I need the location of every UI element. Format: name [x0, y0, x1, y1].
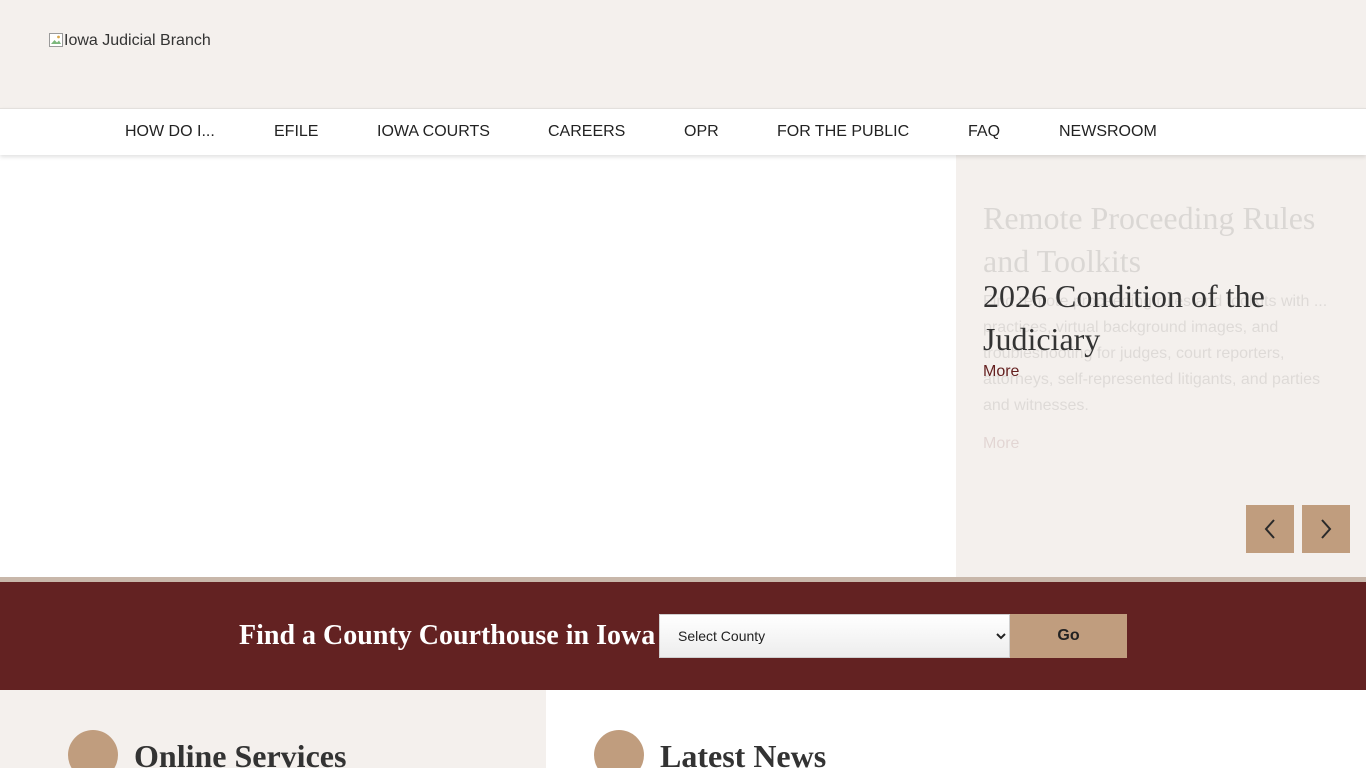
carousel-prev-button[interactable]	[1246, 505, 1294, 553]
chevron-left-icon	[1264, 519, 1275, 539]
logo-alt-text: Iowa Judicial Branch	[64, 32, 211, 49]
chevron-right-icon	[1321, 519, 1332, 539]
nav-item-for-the-public[interactable]: FOR THE PUBLIC	[777, 109, 909, 155]
county-select[interactable]: Select County	[659, 614, 1010, 658]
county-finder-bar: Find a County Courthouse in Iowa Select …	[0, 582, 1366, 690]
online-services-title: Online Services	[134, 738, 347, 768]
nav-item-efile[interactable]: EFILE	[274, 109, 318, 155]
hero-caption-panel: Remote Proceeding Rules and Toolkits Fin…	[956, 155, 1366, 577]
go-button[interactable]: Go	[1010, 614, 1127, 658]
main-navigation: HOW DO I... EFILE IOWA COURTS CAREERS OP…	[0, 108, 1366, 155]
slide-more-link: More	[983, 435, 1020, 452]
carousel-next-button[interactable]	[1302, 505, 1350, 553]
hero-carousel: Remote Proceeding Rules and Toolkits Fin…	[0, 155, 1366, 577]
nav-item-how-do-i[interactable]: HOW DO I...	[125, 109, 215, 155]
county-finder-title: Find a County Courthouse in Iowa	[239, 620, 656, 651]
nav-item-faq[interactable]: FAQ	[968, 109, 1000, 155]
slide-title: Remote Proceeding Rules and Toolkits	[983, 200, 1316, 279]
online-services-section: Online Services	[0, 690, 546, 768]
nav-item-newsroom[interactable]: NEWSROOM	[1059, 109, 1157, 155]
latest-news-title: Latest News	[660, 738, 827, 768]
broken-image-icon	[48, 32, 64, 48]
hero-image-area	[0, 155, 956, 577]
latest-news-icon	[594, 730, 644, 768]
site-logo-link[interactable]: Iowa Judicial Branch	[48, 31, 211, 51]
latest-news-section: Latest News	[546, 690, 1366, 768]
nav-item-iowa-courts[interactable]: IOWA COURTS	[377, 109, 490, 155]
slide-title: 2026 Condition of the Judiciary	[983, 278, 1265, 357]
nav-item-careers[interactable]: CAREERS	[548, 109, 625, 155]
online-services-icon	[68, 730, 118, 768]
carousel-slide-active: 2026 Condition of the Judiciary More	[983, 275, 1328, 381]
site-header: Iowa Judicial Branch	[0, 0, 1366, 108]
nav-item-opr[interactable]: OPR	[684, 109, 719, 155]
slide-more-link[interactable]: More	[983, 363, 1328, 381]
